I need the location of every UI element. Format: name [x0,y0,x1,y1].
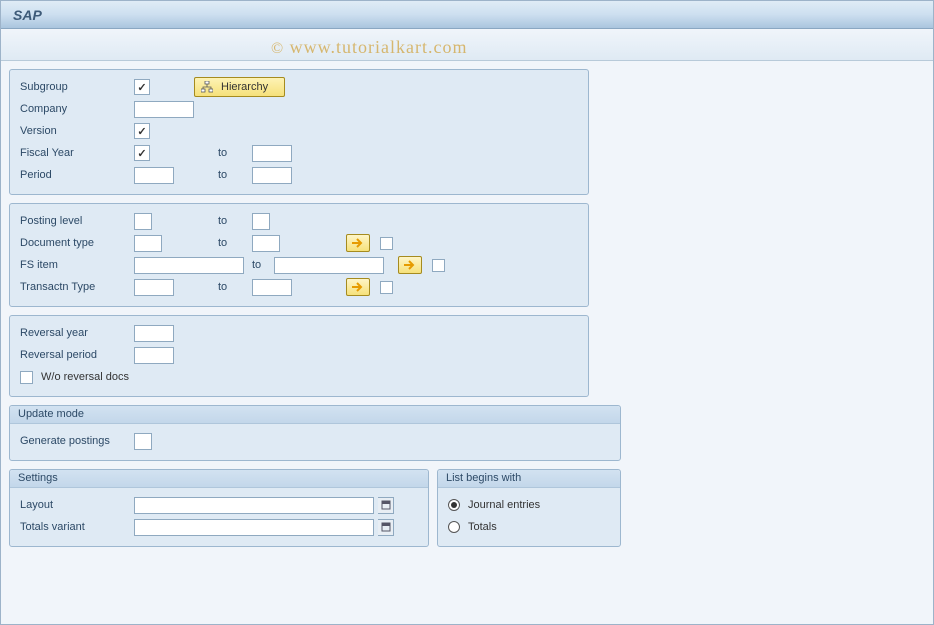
transtype-to-field[interactable] [252,279,292,296]
version-checkbox[interactable] [134,123,150,139]
fsitem-extra-checkbox[interactable] [432,259,445,272]
company-label: Company [20,103,130,115]
reversal-group: Reversal year Reversal period W/o revers… [9,315,589,397]
genpost-label: Generate postings [20,435,130,447]
postinglevel-to-label: to [218,215,248,227]
form-area: Subgroup Hierarchy Company Version Fisca… [1,61,933,563]
selection-group-1: Subgroup Hierarchy Company Version Fisca… [9,69,589,195]
doctype-to-field[interactable] [252,235,280,252]
hierarchy-button[interactable]: Hierarchy [194,77,285,97]
transtype-from-field[interactable] [134,279,174,296]
hierarchy-button-label: Hierarchy [221,81,268,93]
app-title: SAP [13,7,42,23]
subgroup-checkbox[interactable] [134,79,150,95]
genpost-field[interactable] [134,433,152,450]
revyear-field[interactable] [134,325,174,342]
period-to-field[interactable] [252,167,292,184]
period-to-label: to [218,169,248,181]
layout-label: Layout [20,499,130,511]
listbegins-group: List begins with Journal entries Totals [437,469,621,547]
title-bar: SAP [1,1,933,29]
wodocs-label: W/o reversal docs [41,371,129,383]
listbegins-title: List begins with [438,470,620,488]
period-from-field[interactable] [134,167,174,184]
totalsvar-field[interactable] [134,519,374,536]
totalsvar-f4-button[interactable] [378,519,394,536]
journal-entries-radio[interactable] [448,499,460,511]
journal-entries-label: Journal entries [468,499,540,511]
wodocs-checkbox[interactable] [20,371,33,384]
watermark: © www.tutorialkart.com [271,37,467,58]
postinglevel-label: Posting level [20,215,130,227]
fiscalyear-to-label: to [218,147,248,159]
layout-f4-button[interactable] [378,497,394,514]
transtype-label: Transactn Type [20,281,130,293]
fsitem-to-label: to [248,259,270,271]
update-mode-title: Update mode [10,406,620,424]
revperiod-field[interactable] [134,347,174,364]
totals-radio[interactable] [448,521,460,533]
fiscalyear-label: Fiscal Year [20,147,130,159]
revperiod-label: Reversal period [20,349,130,361]
doctype-extra-checkbox[interactable] [380,237,393,250]
version-label: Version [20,125,130,137]
settings-title: Settings [10,470,428,488]
fsitem-to-field[interactable] [274,257,384,274]
fiscalyear-to-field[interactable] [252,145,292,162]
revyear-label: Reversal year [20,327,130,339]
doctype-multi-button[interactable] [346,234,370,252]
transtype-extra-checkbox[interactable] [380,281,393,294]
postinglevel-from-field[interactable] [134,213,152,230]
fsitem-from-field[interactable] [134,257,244,274]
layout-field[interactable] [134,497,374,514]
transtype-to-label: to [218,281,248,293]
subgroup-label: Subgroup [20,81,130,93]
postinglevel-to-field[interactable] [252,213,270,230]
doctype-from-field[interactable] [134,235,162,252]
update-mode-group: Update mode Generate postings [9,405,621,461]
company-field[interactable] [134,101,194,118]
fsitem-label: FS item [20,259,130,271]
doctype-label: Document type [20,237,130,249]
selection-group-2: Posting level to Document type to FS ite… [9,203,589,307]
fsitem-multi-button[interactable] [398,256,422,274]
fiscalyear-checkbox[interactable] [134,145,150,161]
settings-group: Settings Layout Totals variant [9,469,429,547]
transtype-multi-button[interactable] [346,278,370,296]
hierarchy-icon [201,81,213,93]
totals-label: Totals [468,521,497,533]
period-label: Period [20,169,130,181]
doctype-to-label: to [218,237,248,249]
totalsvar-label: Totals variant [20,521,130,533]
